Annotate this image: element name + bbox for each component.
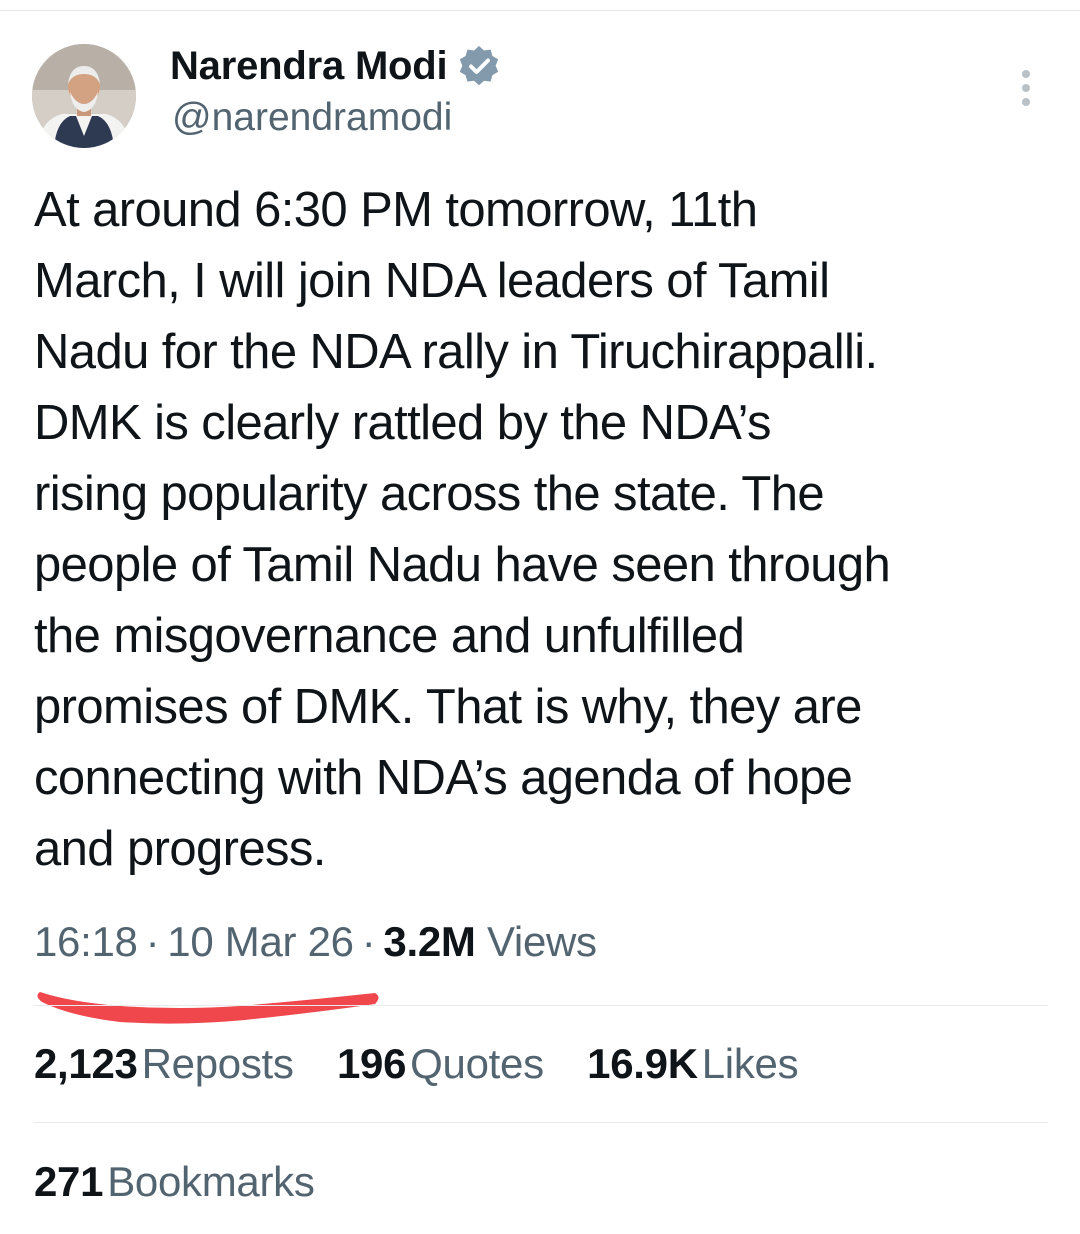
- tweet-meta: 16:18 · 10 Mar 26 · 3.2M Views: [34, 918, 597, 966]
- user-handle[interactable]: @narendramodi: [172, 96, 452, 140]
- likes-count: 16.9K: [587, 1040, 698, 1087]
- bookmarks-stat[interactable]: 271Bookmarks: [34, 1158, 315, 1206]
- bookmarks-count: 271: [34, 1158, 104, 1205]
- tweet-text: At around 6:30 PM tomorrow, 11th March, …: [34, 183, 891, 876]
- tweet-date[interactable]: 10 Mar 26: [167, 918, 354, 965]
- display-name[interactable]: Narendra Modi: [170, 44, 448, 89]
- quotes-count: 196: [336, 1040, 407, 1087]
- red-underline-annotation: [37, 992, 379, 1024]
- reposts-label: Reposts: [141, 1040, 294, 1087]
- quotes-stat[interactable]: 196Quotes: [337, 1040, 544, 1087]
- engagement-stats: 2,123Reposts 196Quotes 16.9KLikes: [34, 1040, 830, 1088]
- avatar[interactable]: [32, 44, 136, 148]
- more-options-icon[interactable]: [1008, 64, 1044, 110]
- verified-badge-icon[interactable]: [457, 44, 501, 88]
- author-name-row: Narendra Modi: [170, 40, 501, 92]
- views-label: Views: [486, 918, 597, 965]
- likes-label: Likes: [701, 1040, 799, 1087]
- reposts-stat[interactable]: 2,123Reposts: [34, 1040, 294, 1087]
- top-divider: [0, 10, 1080, 11]
- views-count: 3.2M: [383, 918, 476, 965]
- divider: [34, 1005, 1048, 1006]
- meta-separator: ·: [145, 918, 160, 965]
- bookmarks-label: Bookmarks: [107, 1158, 315, 1205]
- meta-separator: ·: [361, 918, 376, 965]
- reposts-count: 2,123: [34, 1040, 138, 1087]
- quotes-label: Quotes: [410, 1040, 544, 1087]
- profile-photo: [32, 44, 136, 148]
- divider: [34, 1122, 1048, 1123]
- likes-stat[interactable]: 16.9KLikes: [587, 1040, 798, 1087]
- tweet-time[interactable]: 16:18: [34, 918, 138, 965]
